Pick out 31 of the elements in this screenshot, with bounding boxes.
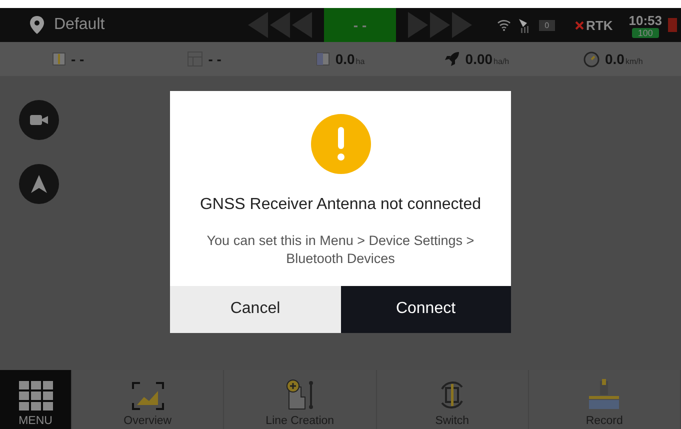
wifi-icon [496, 19, 511, 31]
dialog-title: GNSS Receiver Antenna not connected [200, 196, 482, 214]
nav-tab[interactable]: MENU [0, 370, 72, 429]
chart-frame-icon [130, 381, 165, 411]
clock-time: 10:53 [628, 12, 662, 28]
dialog-message: You can set this in Menu > Device Settings > Bluetooth Devices [206, 232, 476, 268]
video-camera-icon [30, 113, 48, 127]
stat-value: 0.00 [465, 51, 493, 67]
stat-value: - - [70, 51, 84, 67]
satellite-count: 0 [538, 20, 556, 30]
guidance-value: - - [324, 8, 396, 42]
area-icon [316, 52, 330, 66]
battery-level: 100 [632, 28, 659, 38]
tractor-implement-icon [587, 379, 622, 411]
grid-menu-icon [18, 381, 52, 411]
rtk-status: RTK [586, 18, 613, 32]
stat-value: 0.0 [335, 51, 355, 67]
stat-value: 0.0 [605, 51, 624, 67]
navigation-button[interactable] [19, 164, 59, 204]
line-creation-icon [284, 379, 315, 411]
navigation-arrow-icon [31, 175, 47, 193]
stat-value: - - [208, 51, 222, 67]
camera-button[interactable] [19, 100, 59, 140]
cancel-button[interactable]: Cancel [170, 286, 340, 333]
speedometer-icon [583, 50, 600, 68]
connect-button[interactable]: Connect [340, 286, 511, 333]
warning-icon [310, 114, 370, 174]
field-icon [52, 52, 66, 66]
profile-name[interactable]: Default [54, 16, 105, 34]
rocket-icon [444, 51, 460, 67]
location-pin-icon [30, 16, 44, 34]
